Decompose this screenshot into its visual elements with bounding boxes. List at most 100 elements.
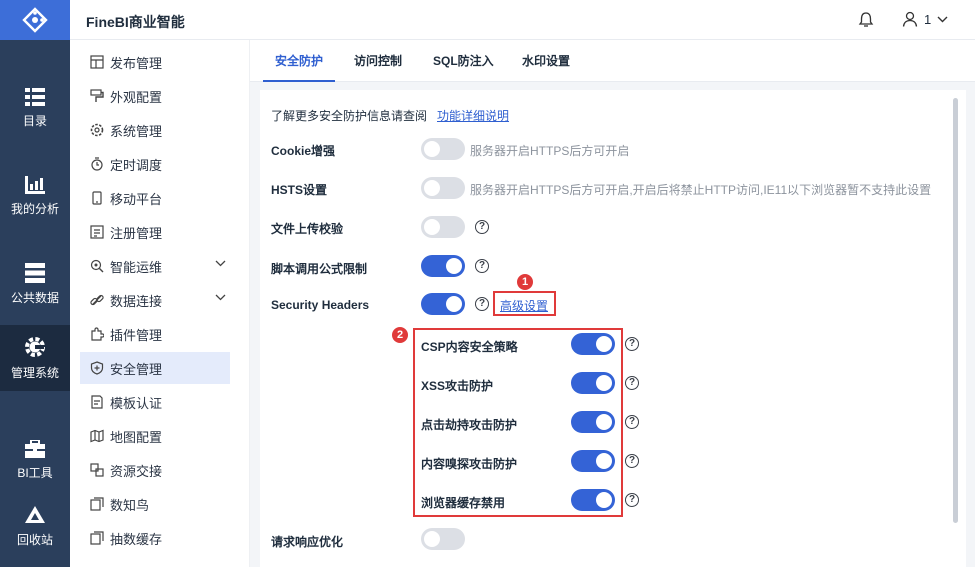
- settings-icon: [90, 123, 104, 137]
- menu-item-security[interactable]: 安全管理: [80, 352, 230, 384]
- tab-watermark[interactable]: 水印设置: [522, 52, 570, 82]
- tab-sql-injection[interactable]: SQL防注入: [433, 52, 494, 82]
- chevron-down-icon: [937, 16, 948, 22]
- app-logo[interactable]: [0, 0, 70, 40]
- tab-access-control[interactable]: 访问控制: [354, 52, 402, 82]
- clickjacking-toggle[interactable]: [571, 411, 615, 433]
- toggle-knob: [596, 375, 612, 391]
- admin-menu: 发布管理 外观配置 系统管理 定时调度 移动平台 注册管理 智能运维 数据连接 …: [70, 40, 250, 567]
- csp-toggle[interactable]: [571, 333, 615, 355]
- xss-toggle[interactable]: [571, 372, 615, 394]
- left-rail: 目录 我的分析 公共数据 管理系统 BI工具 回收站: [0, 0, 70, 567]
- toggle-knob: [424, 180, 440, 196]
- security-headers-toggle[interactable]: [421, 293, 465, 315]
- menu-item-label: 数据连接: [110, 293, 163, 309]
- menu-item-plugins[interactable]: 插件管理: [80, 318, 230, 350]
- menu-item-label: 系统管理: [110, 123, 163, 139]
- help-icon[interactable]: ?: [625, 337, 639, 351]
- menu-item-label: 外观配置: [110, 89, 163, 105]
- menu-item-registration[interactable]: 注册管理: [80, 216, 230, 248]
- help-icon[interactable]: ?: [475, 259, 489, 273]
- tab-security-protection[interactable]: 安全防护: [263, 52, 336, 82]
- content-sniffing-toggle[interactable]: [571, 450, 615, 472]
- rail-item-label: 目录: [22, 113, 47, 128]
- toggle-knob: [424, 141, 440, 157]
- setting-label: Security Headers: [271, 298, 370, 312]
- menu-item-label: 数知鸟: [110, 497, 150, 513]
- rail-item-public-data[interactable]: 公共数据: [0, 251, 70, 317]
- menu-item-handover[interactable]: 资源交接: [80, 454, 230, 486]
- menu-item-label: 资源交接: [110, 463, 163, 479]
- script-formula-toggle[interactable]: [421, 255, 465, 277]
- handover-icon: [90, 463, 104, 477]
- callout-badge: 2: [392, 327, 408, 343]
- setting-label: 请求响应优化: [271, 535, 344, 549]
- menu-item-appearance[interactable]: 外观配置: [80, 80, 230, 112]
- setting-note: 服务器开启HTTPS后方可开启: [470, 144, 630, 158]
- publish-icon: [90, 55, 104, 69]
- link-icon: [90, 294, 104, 306]
- rail-item-recycle[interactable]: 回收站: [0, 493, 70, 559]
- help-icon[interactable]: ?: [625, 493, 639, 507]
- rail-item-bi-tools[interactable]: BI工具: [0, 427, 70, 493]
- setting-label: 脚本调用公式限制: [271, 262, 368, 276]
- setting-label: Cookie增强: [271, 144, 336, 158]
- menu-item-label: 智能运维: [110, 259, 163, 275]
- browser-cache-toggle[interactable]: [571, 489, 615, 511]
- rail-item-catalog[interactable]: 目录: [0, 75, 70, 141]
- cookie-toggle[interactable]: [421, 138, 465, 160]
- menu-item-label: 定时调度: [110, 157, 163, 173]
- rail-item-admin[interactable]: 管理系统: [0, 325, 70, 391]
- callout-badge: 1: [517, 274, 533, 290]
- rail-item-label: BI工具: [17, 465, 53, 480]
- scrollbar[interactable]: [953, 98, 958, 523]
- menu-item-label: 安全管理: [110, 361, 163, 377]
- recycle-icon: [25, 505, 45, 523]
- advanced-settings-link[interactable]: 高级设置: [500, 297, 548, 314]
- bell-icon[interactable]: [858, 11, 874, 28]
- help-icon[interactable]: ?: [625, 415, 639, 429]
- sub-setting-label: XSS攻击防护: [421, 379, 494, 393]
- toggle-knob: [596, 336, 612, 352]
- menu-item-extract-cache[interactable]: 抽数缓存: [80, 522, 230, 554]
- toggle-knob: [596, 453, 612, 469]
- tab-bar: 安全防护 访问控制 SQL防注入 水印设置: [250, 40, 975, 82]
- rail-item-label: 回收站: [16, 532, 53, 547]
- sub-setting-label: 点击劫持攻击防护: [421, 418, 518, 432]
- help-icon[interactable]: ?: [475, 220, 489, 234]
- toolbox-icon: [25, 439, 45, 458]
- menu-item-label: 移动平台: [110, 191, 163, 207]
- file-upload-toggle[interactable]: [421, 216, 465, 238]
- user-menu[interactable]: 1: [902, 11, 948, 27]
- top-header: FineBI商业智能 1: [70, 0, 975, 40]
- toggle-knob: [596, 414, 612, 430]
- gear-icon: [25, 336, 45, 357]
- menu-item-template-auth[interactable]: 模板认证: [80, 386, 230, 418]
- sub-setting-label: 浏览器缓存禁用: [421, 496, 506, 510]
- brush-icon: [90, 89, 104, 102]
- chevron-down-icon: [215, 260, 226, 267]
- rail-item-label: 公共数据: [10, 290, 59, 305]
- menu-item-ops[interactable]: 智能运维: [80, 250, 230, 282]
- menu-item-shuzhiniao[interactable]: 数知鸟: [80, 488, 230, 520]
- menu-item-mobile[interactable]: 移动平台: [80, 182, 230, 214]
- toggle-knob: [596, 492, 612, 508]
- response-optimization-toggle[interactable]: [421, 528, 465, 550]
- register-icon: [90, 225, 104, 239]
- help-icon[interactable]: ?: [625, 454, 639, 468]
- rail-item-analysis[interactable]: 我的分析: [0, 163, 70, 229]
- analysis-icon: [25, 175, 45, 194]
- menu-item-data-connection[interactable]: 数据连接: [80, 284, 230, 316]
- menu-item-system[interactable]: 系统管理: [80, 114, 230, 146]
- shield-icon: [90, 361, 104, 375]
- clock-icon: [91, 157, 103, 171]
- doc-link[interactable]: 功能详细说明: [437, 107, 509, 124]
- help-icon[interactable]: ?: [625, 376, 639, 390]
- template-icon: [91, 395, 103, 409]
- menu-item-publish[interactable]: 发布管理: [80, 46, 230, 78]
- menu-item-map[interactable]: 地图配置: [80, 420, 230, 452]
- hsts-toggle[interactable]: [421, 177, 465, 199]
- logo-icon: [22, 7, 48, 33]
- help-icon[interactable]: ?: [475, 297, 489, 311]
- menu-item-schedule[interactable]: 定时调度: [80, 148, 230, 180]
